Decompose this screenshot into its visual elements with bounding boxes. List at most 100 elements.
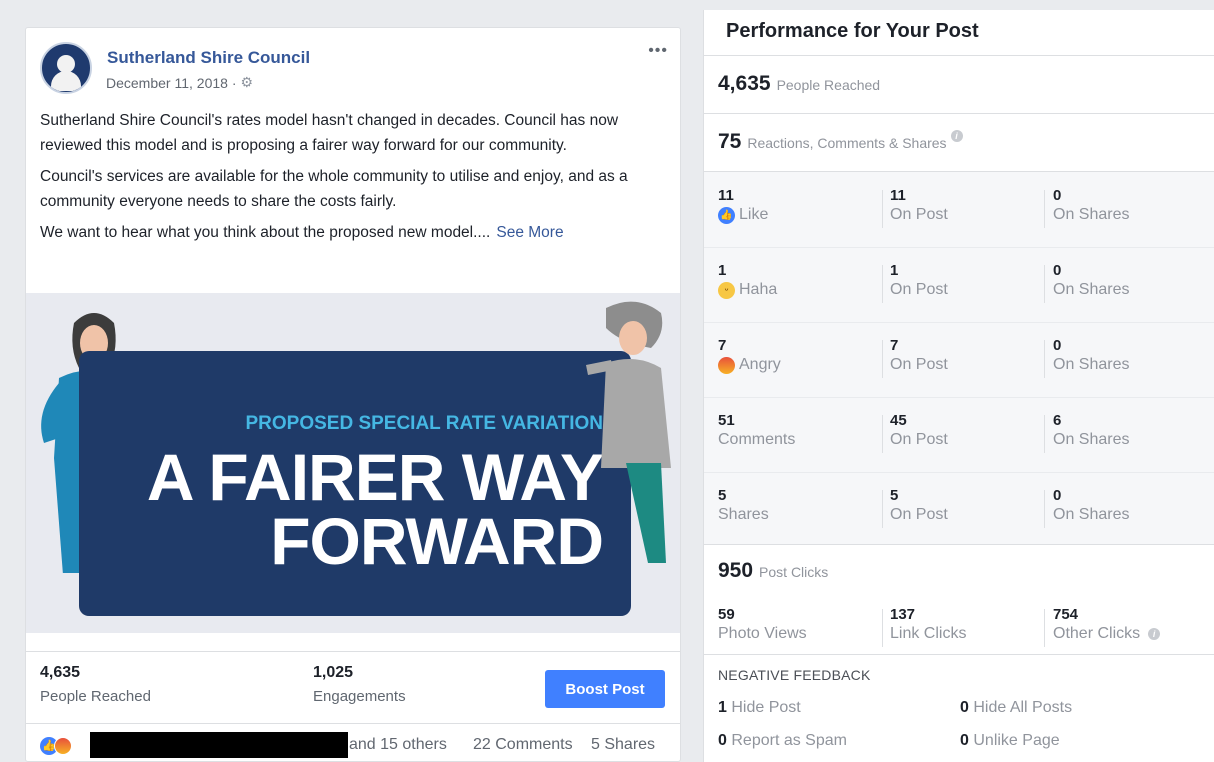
comments-count-link[interactable]: 22 Comments	[473, 736, 573, 754]
reaction-name: Angry	[739, 356, 781, 373]
on-post-value: 45	[890, 412, 907, 429]
see-more-link[interactable]: See More	[496, 224, 563, 241]
breakdown-on-post: 11 On Post	[890, 188, 948, 226]
breakdown-total-label: Comments	[718, 431, 796, 448]
on-shares-value: 0	[1053, 262, 1062, 279]
breakdown-on-shares: 6 On Shares	[1053, 413, 1129, 451]
breakdown-total-value: 7	[718, 337, 727, 354]
breakdown-total-label: 👍 Like	[718, 204, 768, 226]
shares-count-link[interactable]: 5 Shares	[591, 736, 655, 754]
people-reached-label: People Reached	[776, 77, 881, 93]
panel-title: Performance for Your Post	[726, 20, 979, 42]
divider	[882, 190, 883, 228]
neg-value: 0	[960, 699, 969, 716]
haha-icon: ᵕ	[718, 281, 735, 299]
stat-engagements: 1,025 Engagements	[313, 664, 406, 705]
divider	[1044, 609, 1045, 647]
reaction-name: Haha	[739, 281, 778, 298]
other-clicks-label: Other Clicks i	[1053, 623, 1161, 645]
neg-value: 0	[960, 732, 969, 749]
post-clicks-line: 950 Post Clicks	[718, 559, 828, 583]
man-illustration	[586, 301, 671, 563]
page-avatar[interactable]	[40, 42, 92, 94]
people-reached-line: 4,635 People Reached	[718, 72, 880, 96]
breakdown-row-shares: 5 Shares 5 On Post 0 On Shares	[704, 472, 1214, 547]
other-clicks: 754 Other Clicks i	[1053, 607, 1161, 645]
info-icon[interactable]: i	[950, 130, 963, 142]
breakdown-total-value: 11	[718, 187, 734, 204]
divider	[882, 265, 883, 303]
neg-label: Report as Spam	[731, 732, 847, 749]
on-post-label: On Post	[890, 281, 948, 298]
divider	[1044, 340, 1045, 378]
breakdown-on-shares: 0 On Shares	[1053, 338, 1129, 376]
breakdown-total: 1 ᵕ Haha	[718, 263, 777, 301]
negative-feedback-title: NEGATIVE FEEDBACK	[718, 667, 871, 683]
stat-value: 1,025	[313, 664, 354, 681]
divider	[1044, 415, 1045, 453]
divider	[1044, 190, 1045, 228]
neg-hide-all-posts: 0 Hide All Posts	[960, 699, 1072, 717]
breakdown-row-haha: 1 ᵕ Haha 1 On Post 0 On Shares	[704, 247, 1214, 323]
campaign-banner: PROPOSED SPECIAL RATE VARIATION A FAIRER…	[79, 351, 631, 616]
breakdown-total: 7 Angry	[718, 338, 781, 376]
reactions-total-line: 75 Reactions, Comments & Shares i	[718, 130, 963, 154]
post-meta: December 11, 2018 · ⚙	[106, 74, 253, 91]
on-shares-label: On Shares	[1053, 356, 1130, 373]
breakdown-on-shares: 0 On Shares	[1053, 263, 1129, 301]
on-post-label: On Post	[890, 206, 948, 223]
people-reached-section: 4,635 People Reached	[704, 55, 1214, 114]
divider	[882, 490, 883, 528]
neg-value: 0	[718, 732, 727, 749]
on-shares-label: On Shares	[1053, 206, 1130, 223]
post-paragraph: Sutherland Shire Council's rates model h…	[40, 112, 619, 154]
reactions-total-section: 75 Reactions, Comments & Shares i	[704, 113, 1214, 172]
divider	[1044, 490, 1045, 528]
neg-unlike-page: 0 Unlike Page	[960, 732, 1060, 750]
info-icon[interactable]: i	[1148, 628, 1161, 640]
breakdown-on-shares: 0 On Shares	[1053, 488, 1129, 526]
neg-label: Unlike Page	[973, 732, 1060, 749]
reaction-name: Like	[739, 206, 769, 223]
more-options-icon[interactable]: •••	[648, 42, 668, 60]
photo-views-label: Photo Views	[718, 625, 807, 642]
stat-label: People Reached	[40, 688, 151, 705]
on-post-value: 1	[890, 262, 899, 279]
audience-gear-icon[interactable]: ⚙	[240, 74, 253, 91]
neg-report-spam: 0 Report as Spam	[718, 732, 847, 750]
post-card: Sutherland Shire Council December 11, 20…	[25, 27, 681, 762]
on-shares-label: On Shares	[1053, 281, 1130, 298]
breakdown-on-post: 5 On Post	[890, 488, 948, 526]
divider	[1044, 265, 1045, 303]
boost-post-button[interactable]: Boost Post	[545, 670, 665, 708]
breakdown-total: 51 Comments	[718, 413, 795, 451]
breakdown-row-comments: 51 Comments 45 On Post 6 On Shares	[704, 397, 1214, 473]
on-post-label: On Post	[890, 431, 948, 448]
on-shares-label: On Shares	[1053, 431, 1130, 448]
reactions-others-link[interactable]: and 15 others	[349, 736, 447, 754]
post-date[interactable]: December 11, 2018 ·	[106, 75, 236, 91]
divider	[882, 609, 883, 647]
photo-views-value: 59	[718, 606, 735, 623]
stat-value: 4,635	[40, 664, 81, 681]
post-stats: 4,635 People Reached 1,025 Engagements B…	[26, 651, 680, 724]
reactions-bar: 👍 and 15 others 22 Comments 5 Shares	[26, 723, 680, 761]
on-shares-value: 0	[1053, 337, 1062, 354]
avatar-shoulders	[51, 71, 81, 91]
post-paragraph: We want to hear what you think about the…	[40, 220, 666, 245]
like-icon: 👍	[718, 206, 735, 224]
on-post-value: 7	[890, 337, 899, 354]
on-post-label: On Post	[890, 356, 948, 373]
breakdown-total: 5 Shares	[718, 488, 769, 526]
breakdown-total: 11 👍 Like	[718, 188, 768, 226]
reaction-icons[interactable]: 👍	[40, 737, 74, 755]
breakdown-row-angry: 7 Angry 7 On Post 0 On Shares	[704, 322, 1214, 398]
photo-views: 59 Photo Views	[718, 607, 807, 645]
page-name-link[interactable]: Sutherland Shire Council	[107, 48, 310, 68]
post-image[interactable]: PROPOSED SPECIAL RATE VARIATION A FAIRER…	[26, 293, 680, 633]
breakdown-total-label: Shares	[718, 506, 769, 523]
neg-value: 1	[718, 699, 727, 716]
divider	[882, 340, 883, 378]
breakdown-on-shares: 0 On Shares	[1053, 188, 1129, 226]
post-text: Sutherland Shire Council's rates model h…	[40, 108, 666, 251]
